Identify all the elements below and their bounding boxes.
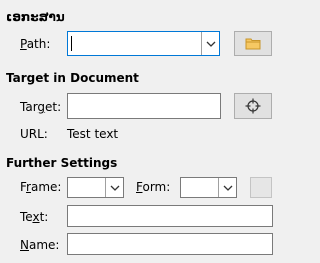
form-label: Form: — [136, 180, 171, 194]
form-select[interactable] — [180, 177, 237, 198]
chevron-down-icon — [206, 41, 215, 47]
chevron-down-icon — [110, 185, 119, 191]
path-label: Path: — [20, 37, 51, 51]
chevron-down-icon — [223, 185, 232, 191]
url-label: URL: — [20, 127, 48, 141]
form-dropdown-button[interactable] — [218, 178, 236, 197]
target-label: Target: — [20, 100, 62, 114]
further-settings-title: Further Settings — [6, 156, 118, 170]
name-input[interactable] — [67, 233, 273, 255]
target-input[interactable] — [67, 93, 221, 119]
name-label: Name: — [20, 238, 60, 252]
events-button[interactable] — [250, 177, 272, 198]
text-input[interactable] — [67, 205, 273, 227]
folder-icon — [245, 38, 261, 50]
text-label: Text: — [20, 210, 49, 224]
text-cursor — [71, 36, 72, 51]
frame-select[interactable] — [67, 177, 124, 198]
crosshair-icon — [245, 98, 261, 114]
target-section-title: Target in Document — [6, 71, 139, 85]
target-browse-button[interactable] — [234, 93, 272, 119]
frame-label: Frame: — [20, 180, 62, 194]
path-dropdown-button[interactable] — [201, 32, 219, 55]
document-section-title: ເອກະສານ — [6, 10, 65, 24]
frame-dropdown-button[interactable] — [105, 178, 123, 197]
open-file-button[interactable] — [234, 31, 272, 56]
url-value: Test text — [67, 127, 119, 141]
path-combobox[interactable] — [67, 31, 220, 56]
